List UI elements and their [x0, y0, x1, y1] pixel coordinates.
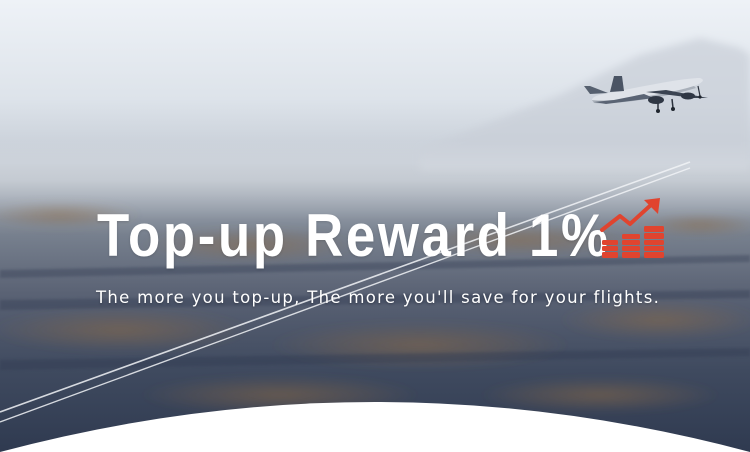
headline-text: Top-up Reward 1%	[97, 202, 611, 269]
rising-coins-arrow-icon	[600, 198, 664, 258]
headline: Top-up Reward 1%	[97, 196, 681, 276]
top-up-reward-banner: Top-up Reward 1% The more you top-up, Th…	[0, 0, 750, 452]
subtitle: The more you top-up, The more you'll sav…	[96, 288, 661, 307]
